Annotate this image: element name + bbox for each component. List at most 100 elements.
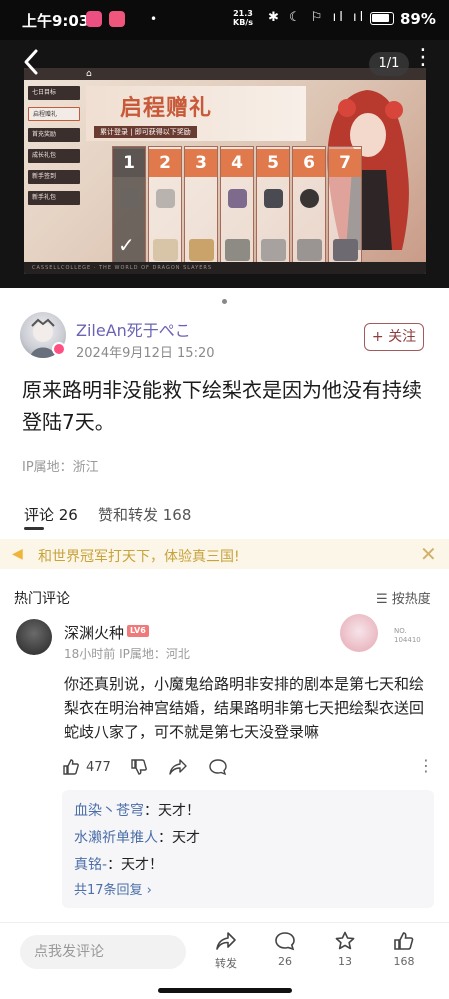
game-topbar: ⌂ — [24, 68, 426, 80]
game-subtitle: 累计登录 | 即可获得以下奖励 — [94, 126, 197, 138]
reward-icon — [261, 239, 286, 261]
comment-count: 26 — [278, 955, 292, 968]
thumbs-up-icon — [384, 931, 424, 955]
reply-text: ：天才！ — [144, 803, 200, 819]
day-number: 5 — [257, 149, 289, 177]
decoration-number-label: NO. — [394, 627, 407, 635]
thumbs-down-icon — [131, 759, 147, 775]
app-notification-icon — [86, 11, 102, 27]
comment-more-button[interactable]: ⋮ — [418, 756, 434, 775]
comment-button[interactable]: 26 — [265, 931, 305, 968]
tab-likes-shares[interactable]: 赞和转发 168 — [98, 504, 191, 525]
favorite-count: 13 — [338, 955, 352, 968]
game-menu: 七日目标 启程赠礼 首充奖励 成长礼包 新手签到 新手礼包 — [28, 86, 80, 212]
status-icons: ✱ ☾ ⚐ ıl ıl — [268, 10, 367, 25]
reward-icon — [120, 189, 139, 208]
reply-box[interactable]: 血染丶苍穹：天才！ 水濑祈单推人：天才 真铭-：天才！ 共17条回复 › — [62, 790, 434, 908]
image-indicator-dot — [222, 299, 227, 304]
share-button[interactable]: 转发 — [206, 931, 246, 971]
reply-item[interactable]: 真铭-：天才！ — [74, 854, 163, 874]
back-button[interactable] — [22, 48, 48, 80]
day-number: 4 — [221, 149, 253, 177]
commenter-decoration — [340, 614, 378, 652]
game-menu-item: 新手签到 — [28, 170, 80, 184]
reward-icon — [333, 239, 358, 261]
reply-author[interactable]: 真铭- — [74, 857, 107, 873]
share-icon — [169, 759, 187, 775]
reply-text: ：天才 — [158, 830, 200, 846]
day-card: 3 — [184, 146, 218, 274]
share-label: 转发 — [215, 957, 237, 970]
status-time: 上午9:03 — [22, 12, 90, 30]
comment-bubble-icon — [265, 931, 305, 955]
post-image[interactable]: ⌂ 七日目标 启程赠礼 首充奖励 成长礼包 新手签到 新手礼包 启程赠礼 累计登… — [24, 68, 426, 274]
reply-item[interactable]: 血染丶苍穹：天才！ — [74, 800, 200, 820]
active-tab-indicator — [24, 527, 44, 530]
day-card: 5 — [256, 146, 290, 274]
game-footer: CASSELLCOLLEGE · THE WORLD OF DRAGON SLA… — [24, 262, 426, 274]
battery-percent: 89% — [400, 10, 436, 28]
home-indicator — [158, 988, 292, 993]
image-page-count: 1/1 — [369, 52, 409, 76]
user-level-badge: LV6 — [127, 625, 149, 637]
commenter-avatar[interactable] — [16, 619, 52, 655]
day-number: 3 — [185, 149, 217, 177]
megaphone-icon: ◀ — [12, 546, 23, 562]
day-number: 1 — [113, 149, 145, 177]
dislike-button[interactable] — [130, 758, 148, 780]
post-tabs: 评论 26 赞和转发 168 — [0, 500, 449, 528]
ad-banner[interactable]: ◀ 和世界冠军打天下，体验真三国! ✕ — [0, 539, 449, 569]
more-vertical-icon: ⋮ — [418, 756, 434, 775]
day-card: 4 — [220, 146, 254, 274]
comment-like-count: 477 — [86, 760, 111, 775]
reward-icon — [297, 239, 322, 261]
game-menu-item: 七日目标 — [28, 86, 80, 100]
claimed-check-icon: ✓ — [118, 233, 135, 257]
like-post-button[interactable]: 168 — [384, 931, 424, 968]
image-viewer[interactable]: ⌂ 七日目标 启程赠礼 首充奖励 成长礼包 新手签到 新手礼包 启程赠礼 累计登… — [0, 40, 449, 288]
day-card: 2 — [148, 146, 182, 274]
day-card: 7 — [328, 146, 362, 274]
day-card: 6 — [292, 146, 326, 274]
network-speed: 21.3 KB/s — [233, 9, 253, 27]
reward-icon — [300, 189, 319, 208]
sort-by-hot-button[interactable]: ☰ 按热度 — [376, 588, 431, 607]
ad-text[interactable]: 和世界冠军打天下，体验真三国! — [38, 546, 240, 566]
more-options-button[interactable]: ⋮ — [412, 47, 434, 78]
commenter-name[interactable]: 深渊火种 — [64, 622, 124, 643]
tab-comments[interactable]: 评论 26 — [24, 504, 78, 525]
reply-button[interactable] — [208, 758, 228, 780]
comment-input[interactable]: 点我发评论 — [20, 935, 186, 969]
reply-item[interactable]: 水濑祈单推人：天才 — [74, 827, 200, 847]
decoration-number: NO. 104410 — [394, 627, 421, 645]
reward-icon — [225, 239, 250, 261]
share-comment-button[interactable] — [168, 758, 188, 780]
notification-dot-icon: • — [150, 12, 158, 26]
hot-comments-title: 热门评论 — [14, 591, 70, 607]
view-all-replies-link[interactable]: 共17条回复 › — [74, 879, 152, 898]
status-bar: 上午9:03 • 21.3 KB/s ✱ ☾ ⚐ ıl ıl 89% — [0, 0, 449, 40]
reward-icon — [189, 239, 214, 261]
game-menu-item: 成长礼包 — [28, 149, 80, 163]
day-card: 1 ✓ — [112, 146, 146, 274]
reply-author[interactable]: 水濑祈单推人 — [74, 830, 158, 846]
author-name[interactable]: ZileAn死于ぺこ — [76, 317, 191, 341]
game-menu-item: 首充奖励 — [28, 128, 80, 142]
battery-icon — [370, 12, 394, 25]
favorite-button[interactable]: 13 — [325, 931, 365, 968]
comment-text: 你还真别说，小魔鬼给路明非安排的剧本是第七天和绘梨衣在明治神宫结婚，结果路明非第… — [64, 675, 425, 741]
network-speed-value: 21.3 — [233, 9, 253, 18]
share-icon — [206, 931, 246, 955]
day-number: 6 — [293, 149, 325, 177]
game-menu-item: 启程赠礼 — [28, 107, 80, 121]
close-ad-button[interactable]: ✕ — [420, 542, 437, 566]
comment-meta: 18小时前 IP属地：河北 — [64, 647, 190, 661]
reply-author[interactable]: 血染丶苍穹 — [74, 803, 144, 819]
decoration-number-value: 104410 — [394, 636, 421, 644]
reward-icon — [228, 189, 247, 208]
follow-button[interactable]: + 关注 — [364, 323, 424, 351]
network-speed-unit: KB/s — [233, 18, 253, 27]
game-title: 启程赠礼 — [120, 96, 213, 121]
game-menu-item: 新手礼包 — [28, 191, 80, 205]
like-button[interactable] — [62, 758, 80, 780]
